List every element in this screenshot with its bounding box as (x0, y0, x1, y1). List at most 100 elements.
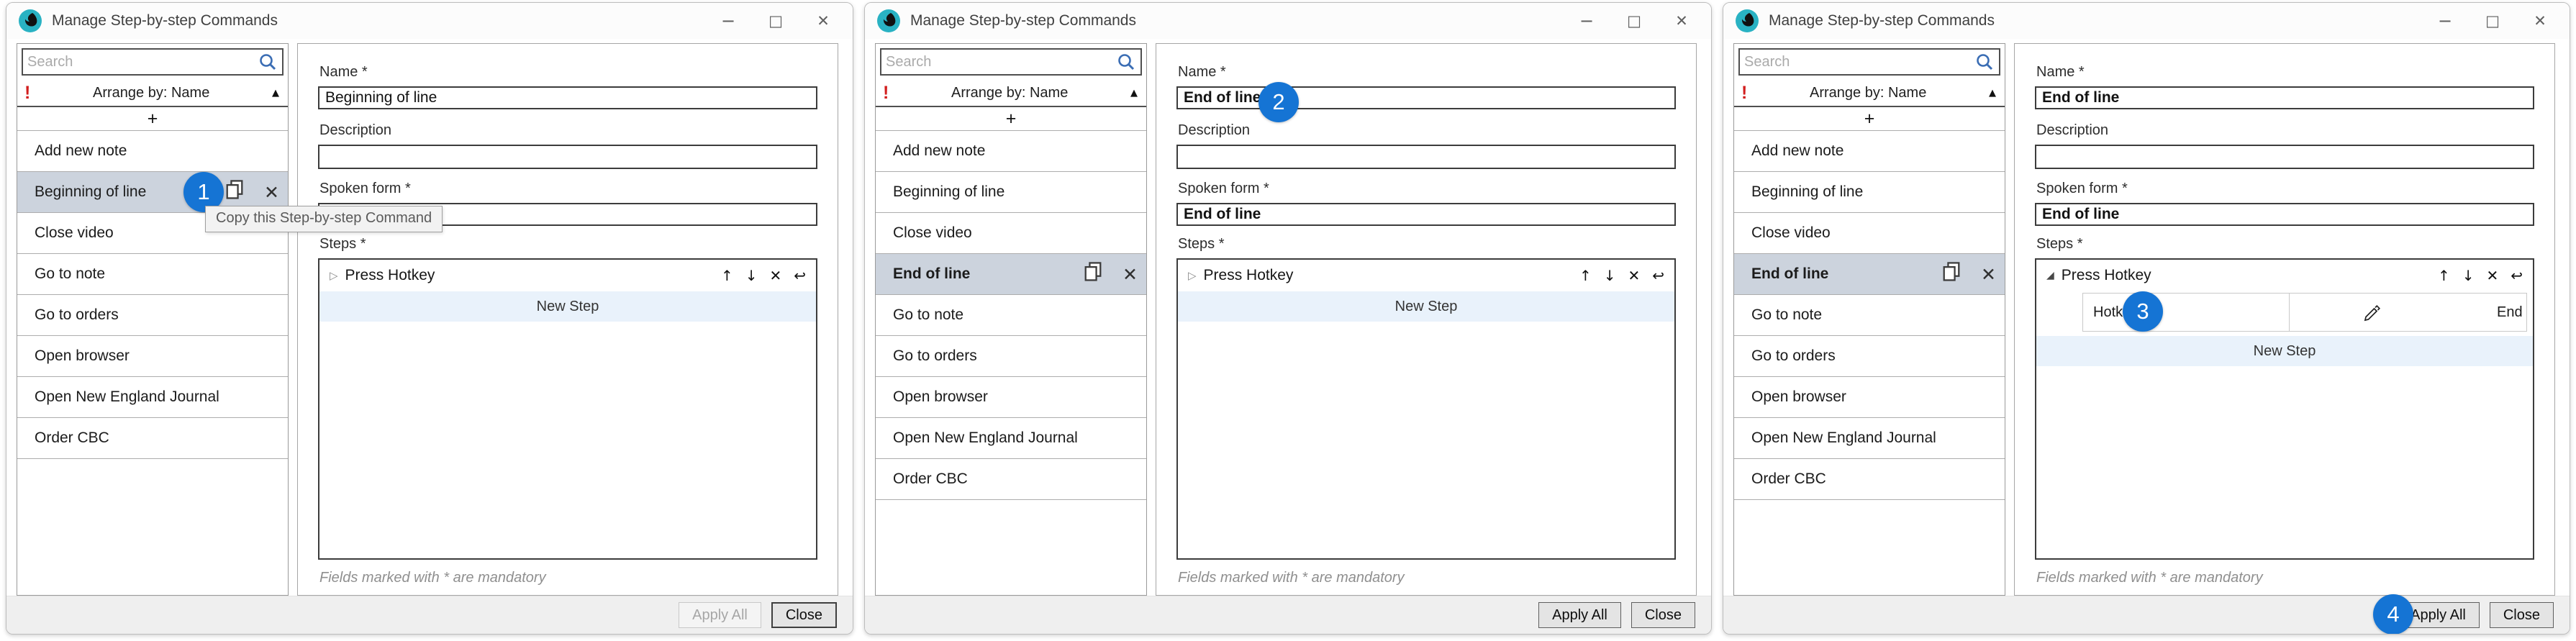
new-step-button[interactable]: New Step (1178, 291, 1674, 322)
list-item[interactable]: Go to note (1734, 295, 2005, 336)
description-input[interactable] (1176, 145, 1676, 169)
copy-step-button[interactable] (1941, 260, 1962, 288)
mandatory-note: Fields marked with * are mandatory (319, 570, 817, 586)
sort-ascending-icon: ▲ (1130, 88, 1138, 99)
list-item[interactable]: Order CBC (876, 459, 1146, 500)
search-input[interactable] (1740, 54, 1999, 71)
move-step-up-icon[interactable]: ↑ (1579, 267, 1592, 284)
list-item[interactable]: Order CBC (1734, 459, 2005, 500)
minimize-button[interactable]: − (704, 3, 752, 39)
undo-step-icon[interactable]: ↩ (2511, 267, 2523, 284)
move-step-down-icon[interactable]: ↓ (1604, 267, 1616, 284)
add-command-button[interactable]: + (876, 107, 1146, 131)
move-step-down-icon[interactable]: ↓ (2462, 267, 2475, 284)
list-item[interactable]: Open New England Journal (1734, 418, 2005, 459)
expander-collapsed-icon[interactable]: ▷ (1188, 269, 1197, 282)
spoken-form-input[interactable] (1176, 203, 1676, 226)
alert-icon: ! (1741, 84, 1747, 102)
maximize-button[interactable]: □ (752, 3, 799, 39)
step-press-hotkey[interactable]: ◢ Press Hotkey ↑ ↓ ✕ ↩ (2036, 260, 2533, 291)
move-step-up-icon[interactable]: ↑ (721, 267, 733, 284)
new-step-button[interactable]: New Step (2036, 336, 2533, 366)
list-item-label: Open browser (35, 347, 130, 365)
delete-step-icon[interactable]: ✕ (769, 267, 781, 284)
description-input[interactable] (318, 145, 817, 169)
expander-expanded-icon[interactable]: ◢ (2046, 270, 2054, 281)
hotkey-field-label: Hotkey (2083, 294, 2290, 331)
name-input[interactable] (1176, 86, 1676, 109)
undo-step-icon[interactable]: ↩ (1652, 267, 1664, 284)
undo-step-icon[interactable]: ↩ (794, 267, 806, 284)
list-item[interactable]: Open browser (876, 377, 1146, 418)
arrange-by-header[interactable]: ! Arrange by: Name ▲ (17, 80, 288, 107)
search-input[interactable] (23, 54, 282, 71)
list-item[interactable]: End of line✕ (876, 254, 1146, 295)
move-step-down-icon[interactable]: ↓ (745, 267, 758, 284)
arrange-by-header[interactable]: ! Arrange by: Name ▲ (876, 80, 1146, 107)
close-button[interactable]: Close (1631, 602, 1695, 628)
list-item[interactable]: Open New England Journal (17, 377, 288, 418)
list-item[interactable]: Beginning of line (876, 172, 1146, 213)
delete-step-icon[interactable]: ✕ (1628, 267, 1640, 284)
step-press-hotkey[interactable]: ▷ Press Hotkey ↑ ↓ ✕ ↩ (319, 260, 816, 291)
close-window-button[interactable]: ✕ (1658, 3, 1705, 39)
name-input[interactable] (2035, 86, 2534, 109)
add-command-button[interactable]: + (17, 107, 288, 131)
step-press-hotkey[interactable]: ▷ Press Hotkey ↑ ↓ ✕ ↩ (1178, 260, 1674, 291)
list-item[interactable]: Go to orders (876, 336, 1146, 377)
move-step-up-icon[interactable]: ↑ (2438, 267, 2450, 284)
close-button[interactable]: Close (2490, 602, 2554, 628)
list-item-label: Beginning of line (1751, 183, 1863, 201)
delete-step-icon[interactable]: ✕ (2486, 267, 2498, 284)
list-item[interactable]: Go to orders (17, 295, 288, 336)
copy-step-button[interactable] (224, 178, 245, 206)
minimize-button[interactable]: − (1563, 3, 1610, 39)
list-item[interactable]: Open New England Journal (876, 418, 1146, 459)
window-controls: − □ ✕ (704, 3, 853, 39)
footer: Apply All Close (865, 596, 1711, 634)
list-item[interactable]: Add new note (17, 131, 288, 172)
dragon-app-icon (1735, 9, 1759, 33)
name-input[interactable] (318, 86, 817, 109)
steps-box: ▷ Press Hotkey ↑ ↓ ✕ ↩ New Step (318, 258, 817, 560)
list-item[interactable]: Open browser (1734, 377, 2005, 418)
copy-step-button[interactable] (1082, 260, 1104, 288)
windows-row: Manage Step-by-step Commands − □ ✕ ! Arr… (0, 0, 2576, 637)
list-item[interactable]: Add new note (1734, 131, 2005, 172)
list-item[interactable]: Close video (1734, 213, 2005, 254)
list-item[interactable]: Beginning of line (1734, 172, 2005, 213)
list-item[interactable]: Open browser (17, 336, 288, 377)
maximize-button[interactable]: □ (1610, 3, 1658, 39)
list-item-label: Add new note (893, 142, 985, 160)
list-item[interactable]: Add new note (876, 131, 1146, 172)
apply-all-button[interactable]: Apply All (1538, 602, 1621, 628)
list-item[interactable]: Go to note (17, 254, 288, 295)
delete-command-button[interactable]: ✕ (264, 183, 279, 201)
row-icons: ✕ (1082, 260, 1138, 288)
list-item[interactable]: End of line✕ (1734, 254, 2005, 295)
spoken-form-input[interactable] (2035, 203, 2534, 226)
close-window-button[interactable]: ✕ (799, 3, 847, 39)
list-item[interactable]: Go to note (876, 295, 1146, 336)
list-item[interactable]: Close video (876, 213, 1146, 254)
delete-command-button[interactable]: ✕ (1123, 265, 1138, 283)
expander-collapsed-icon[interactable]: ▷ (330, 269, 338, 282)
minimize-button[interactable]: − (2421, 3, 2469, 39)
apply-all-button[interactable]: Apply All (679, 602, 761, 628)
list-item[interactable]: Order CBC (17, 418, 288, 459)
description-input[interactable] (2035, 145, 2534, 169)
edit-pencil-icon[interactable] (2362, 302, 2382, 322)
edit-hotkey-cell[interactable] (2290, 294, 2455, 331)
window-2-manage-commands: Manage Step-by-step Commands − □ ✕ ! Arr… (864, 2, 1712, 635)
close-window-button[interactable]: ✕ (2516, 3, 2564, 39)
arrange-by-header[interactable]: ! Arrange by: Name ▲ (1734, 80, 2005, 107)
list-item[interactable]: Go to orders (1734, 336, 2005, 377)
search-input[interactable] (881, 54, 1140, 71)
search-box (880, 48, 1142, 76)
add-command-button[interactable]: + (1734, 107, 2005, 131)
new-step-button[interactable]: New Step (319, 291, 816, 322)
close-button[interactable]: Close (771, 602, 837, 628)
maximize-button[interactable]: □ (2469, 3, 2516, 39)
delete-command-button[interactable]: ✕ (1981, 265, 1996, 283)
search-icon (1116, 52, 1136, 76)
